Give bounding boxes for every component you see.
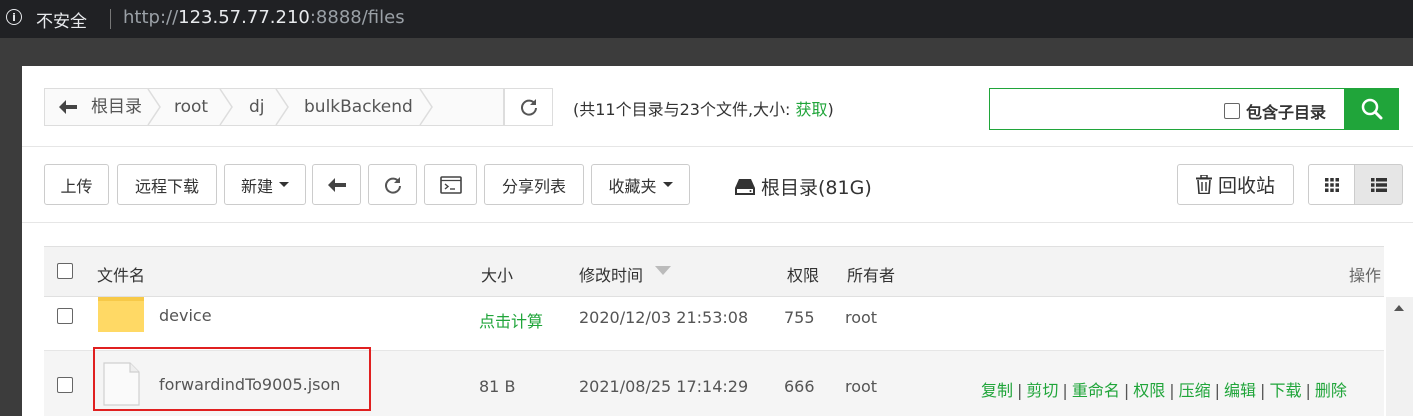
back-button[interactable] bbox=[312, 164, 361, 205]
grid-view-button[interactable] bbox=[1308, 164, 1355, 205]
copy-link[interactable]: 复制 bbox=[981, 381, 1013, 400]
url-scheme: http:// bbox=[123, 7, 179, 28]
refresh-button[interactable] bbox=[368, 164, 417, 205]
include-subdirs-toggle[interactable]: 包含子目录 bbox=[1224, 99, 1326, 123]
compress-link[interactable]: 压缩 bbox=[1179, 381, 1211, 400]
vertical-scrollbar[interactable] bbox=[1386, 297, 1413, 416]
divider bbox=[22, 222, 1413, 223]
permission-link[interactable]: 权限 bbox=[1133, 381, 1165, 400]
security-label[interactable]: 不安全 bbox=[36, 7, 87, 32]
share-list-button[interactable]: 分享列表 bbox=[484, 164, 584, 205]
hard-drive-icon bbox=[735, 178, 755, 195]
separator: | bbox=[1062, 381, 1068, 400]
highlight-box bbox=[93, 347, 371, 411]
sort-desc-icon[interactable] bbox=[655, 266, 671, 275]
summary-close: ) bbox=[827, 100, 834, 119]
directory-summary: (共11个目录与23个文件,大小: 获取) bbox=[573, 96, 834, 120]
select-all-checkbox[interactable] bbox=[57, 263, 73, 279]
file-name[interactable]: device bbox=[159, 306, 212, 325]
column-header-ops: 操作 bbox=[1349, 266, 1382, 285]
refresh-path-button[interactable] bbox=[504, 88, 553, 126]
file-size: 81 B bbox=[479, 377, 516, 396]
file-mtime: 2020/12/03 21:53:08 bbox=[579, 308, 749, 327]
search-icon bbox=[1361, 98, 1383, 120]
terminal-button[interactable] bbox=[424, 164, 477, 205]
include-subdirs-label: 包含子目录 bbox=[1246, 103, 1327, 122]
divider bbox=[110, 9, 111, 29]
get-size-link[interactable]: 获取 bbox=[796, 100, 828, 119]
list-icon bbox=[1370, 177, 1387, 192]
edit-link[interactable]: 编辑 bbox=[1224, 381, 1256, 400]
list-view-button[interactable] bbox=[1354, 164, 1403, 205]
row-actions: 复制 | 剪切 | 重命名 | 权限 | 压缩 | 编辑 | 下载 | 删除 bbox=[981, 377, 1347, 401]
calc-size-link[interactable]: 点击计算 bbox=[479, 308, 543, 332]
caret-down-icon bbox=[662, 182, 673, 187]
chevron-right-icon bbox=[275, 89, 289, 125]
refresh-icon bbox=[520, 99, 537, 116]
disk-label: 根目录(81G) bbox=[761, 177, 872, 199]
download-link[interactable]: 下载 bbox=[1269, 381, 1301, 400]
column-header-name[interactable]: 文件名 bbox=[97, 262, 145, 286]
upload-label: 上传 bbox=[60, 176, 93, 196]
table-header bbox=[44, 246, 1384, 297]
row-checkbox[interactable] bbox=[57, 377, 73, 393]
chevron-right-icon bbox=[419, 89, 433, 125]
search-button[interactable] bbox=[1345, 88, 1399, 130]
row-checkbox[interactable] bbox=[57, 308, 73, 324]
column-header-perm[interactable]: 权限 bbox=[787, 262, 819, 286]
separator: | bbox=[1305, 381, 1311, 400]
new-label: 新建 bbox=[240, 176, 273, 196]
favorites-dropdown-button[interactable]: 收藏夹 bbox=[591, 164, 690, 205]
rename-link[interactable]: 重命名 bbox=[1072, 381, 1120, 400]
remote-download-label: 远程下载 bbox=[134, 176, 199, 196]
separator: | bbox=[1260, 381, 1266, 400]
upload-button[interactable]: 上传 bbox=[44, 164, 109, 205]
url-host: 123.57.77.210 bbox=[178, 7, 310, 28]
cut-link[interactable]: 剪切 bbox=[1026, 381, 1058, 400]
breadcrumb-item-bulkbackend[interactable]: bulkBackend bbox=[304, 89, 413, 125]
file-perm: 755 bbox=[784, 308, 815, 327]
divider bbox=[22, 146, 1413, 147]
separator: | bbox=[1169, 381, 1175, 400]
chevron-right-icon bbox=[147, 89, 161, 125]
breadcrumb-item-root[interactable]: root bbox=[174, 89, 208, 125]
remote-download-button[interactable]: 远程下载 bbox=[117, 164, 217, 205]
file-owner: root bbox=[845, 377, 878, 396]
separator: | bbox=[1017, 381, 1023, 400]
include-subdirs-checkbox[interactable] bbox=[1224, 103, 1240, 119]
file-owner: root bbox=[845, 308, 878, 327]
back-arrow-icon[interactable] bbox=[45, 89, 91, 125]
url-rest: :8888/files bbox=[309, 7, 405, 28]
scroll-up-icon[interactable] bbox=[1394, 305, 1404, 311]
column-header-owner[interactable]: 所有者 bbox=[847, 262, 895, 286]
file-mtime: 2021/08/25 17:14:29 bbox=[579, 377, 749, 396]
breadcrumb: 根目录 root dj bulkBackend bbox=[44, 88, 504, 126]
recycle-bin-button[interactable]: 回收站 bbox=[1177, 164, 1294, 205]
file-perm: 666 bbox=[784, 377, 815, 396]
column-header-mtime[interactable]: 修改时间 bbox=[579, 262, 643, 286]
chevron-right-icon bbox=[219, 89, 233, 125]
separator: | bbox=[1214, 381, 1221, 400]
delete-link[interactable]: 删除 bbox=[1315, 381, 1347, 400]
terminal-icon bbox=[439, 175, 462, 194]
breadcrumb-item-dj[interactable]: dj bbox=[249, 89, 265, 125]
refresh-icon bbox=[384, 176, 401, 194]
back-arrow-icon bbox=[327, 177, 346, 192]
column-header-size[interactable]: 大小 bbox=[481, 262, 513, 286]
recycle-bin-label: 回收站 bbox=[1217, 175, 1275, 197]
disk-selector[interactable]: 根目录(81G) bbox=[735, 173, 872, 200]
breadcrumb-item-root-dir[interactable]: 根目录 bbox=[91, 89, 147, 125]
share-list-label: 分享列表 bbox=[501, 176, 566, 196]
caret-down-icon bbox=[279, 182, 289, 187]
favorites-label: 收藏夹 bbox=[608, 176, 657, 196]
new-dropdown-button[interactable]: 新建 bbox=[224, 164, 306, 205]
url-field[interactable]: http://123.57.77.210:8888/files bbox=[123, 7, 405, 28]
info-icon[interactable]: i bbox=[6, 9, 22, 25]
grid-icon bbox=[1324, 177, 1339, 192]
trash-icon bbox=[1195, 175, 1212, 194]
separator: | bbox=[1123, 381, 1130, 400]
summary-text: (共11个目录与23个文件,大小: bbox=[573, 100, 796, 119]
browser-address-bar: i 不安全 http://123.57.77.210:8888/files bbox=[0, 0, 1413, 38]
folder-icon bbox=[98, 297, 144, 332]
